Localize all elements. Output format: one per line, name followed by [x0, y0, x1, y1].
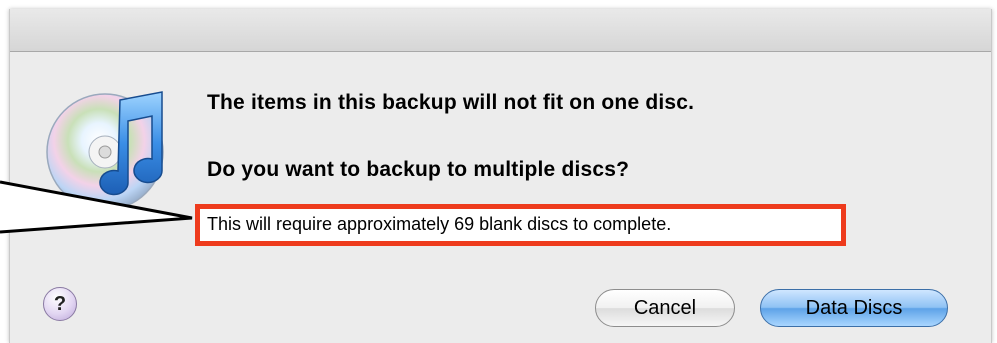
- screenshot-stage: The items in this backup will not fit on…: [0, 0, 997, 343]
- data-discs-button[interactable]: Data Discs: [760, 289, 948, 327]
- help-button[interactable]: ?: [43, 287, 77, 321]
- dialog-question: Do you want to backup to multiple discs?: [207, 158, 630, 181]
- dialog-main-message: The items in this backup will not fit on…: [207, 91, 695, 114]
- backup-dialog: The items in this backup will not fit on…: [9, 9, 992, 343]
- cancel-button[interactable]: Cancel: [595, 289, 735, 327]
- itunes-cd-icon: [40, 84, 180, 214]
- dialog-titlebar: [10, 9, 991, 52]
- dialog-info-text: This will require approximately 69 blank…: [207, 214, 672, 234]
